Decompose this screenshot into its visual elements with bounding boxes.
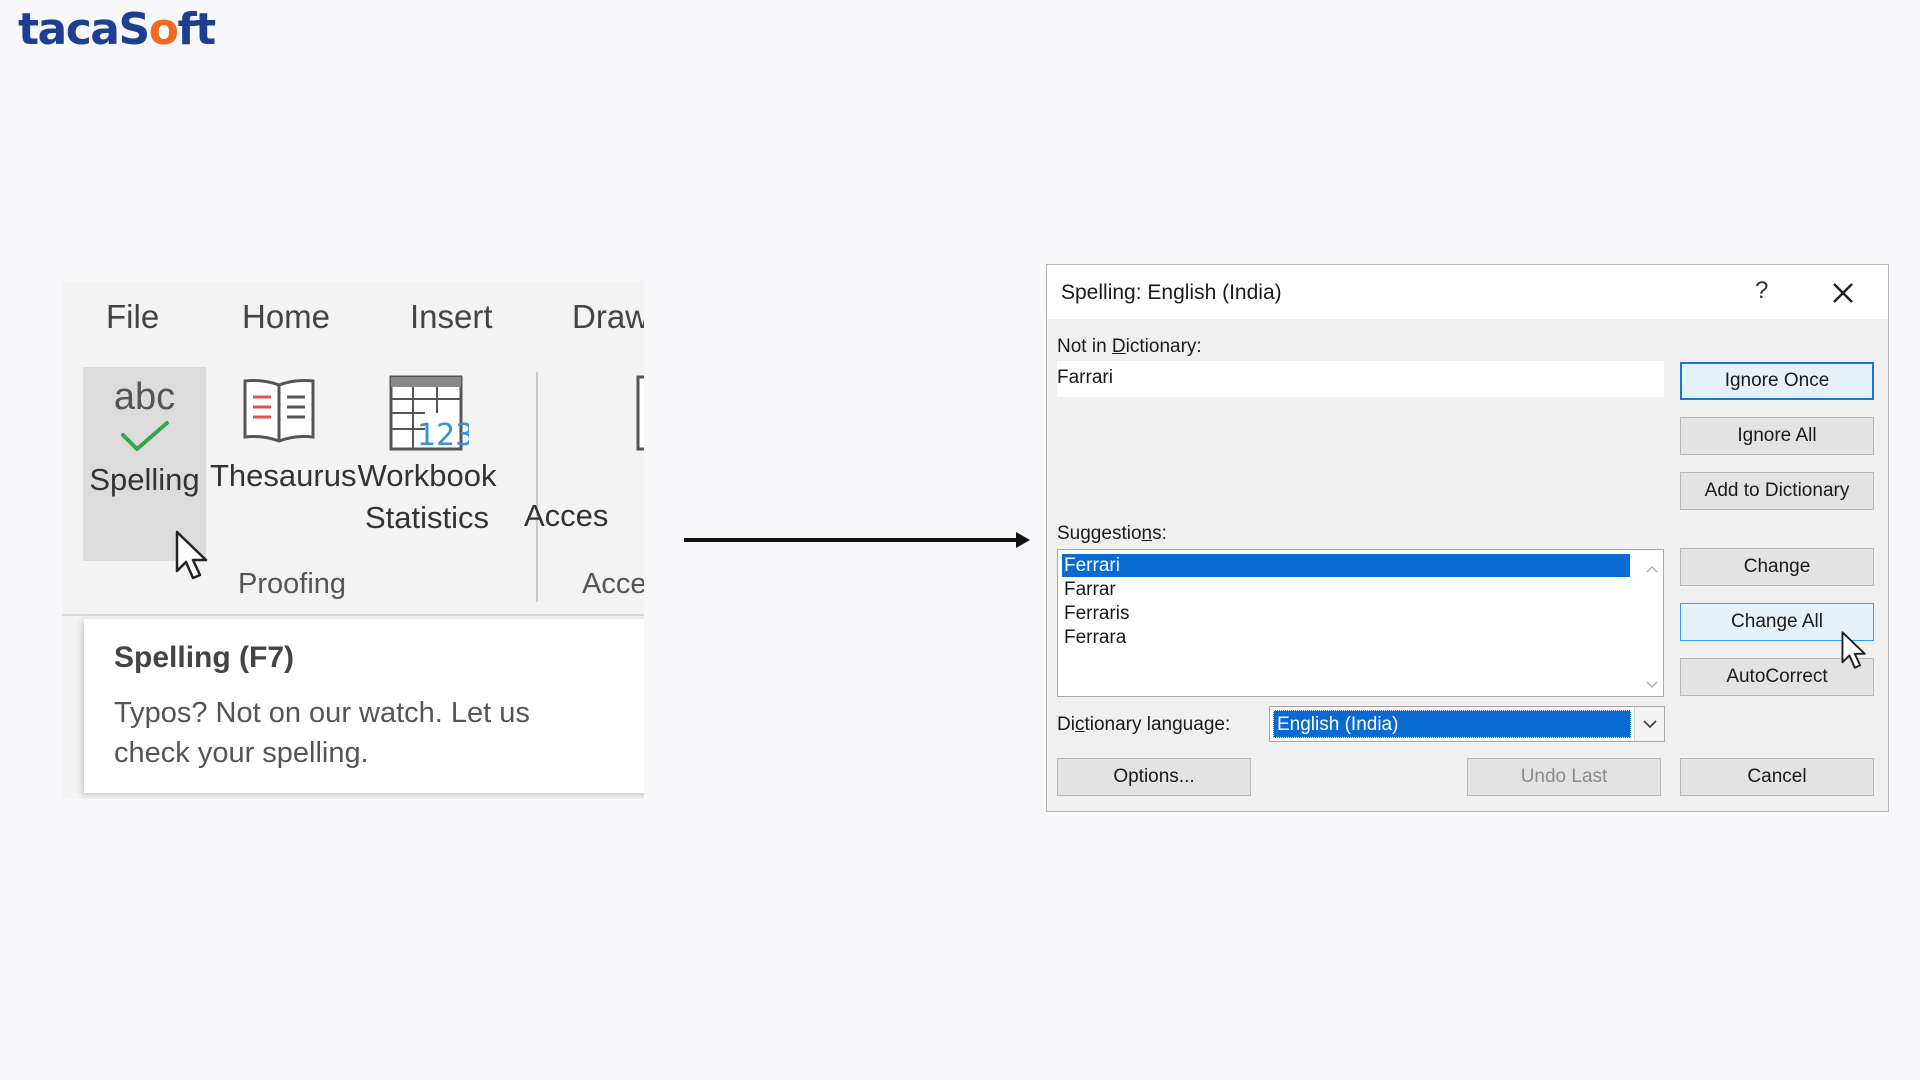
not-in-dictionary-label-accel: D — [1111, 336, 1126, 357]
thesaurus-button[interactable]: Thesaurus — [210, 373, 357, 497]
thesaurus-label: Thesaurus — [210, 458, 357, 493]
suggestion-item[interactable]: Ferraris — [1062, 602, 1630, 625]
logo-text-2: S — [118, 4, 151, 55]
help-button[interactable]: ? — [1755, 277, 1768, 305]
suggestions-label-post: s: — [1152, 523, 1167, 544]
logo-text-3: o — [148, 4, 179, 55]
suggestions-label-pre: Suggestio — [1057, 523, 1142, 544]
dictionary-language-value: English (India) — [1273, 710, 1631, 738]
group-label-accessibility: Acce — [582, 568, 644, 600]
chevron-down-icon[interactable] — [1634, 707, 1664, 741]
scroll-down-icon[interactable] — [1646, 677, 1658, 689]
scroll-up-icon[interactable] — [1646, 561, 1658, 573]
change-label: Change — [1743, 556, 1811, 577]
add-to-dictionary-label: Add to Dictionary — [1704, 480, 1850, 501]
dictionary-language-label-pre: Di — [1057, 714, 1075, 735]
add-to-dictionary-button[interactable]: Add to Dictionary — [1680, 472, 1874, 510]
not-in-dictionary-label-post: ictionary: — [1125, 336, 1202, 357]
accessibility-icon — [562, 373, 644, 453]
undo-last-button[interactable]: Undo Last — [1467, 758, 1661, 796]
cancel-button[interactable]: Cancel — [1680, 758, 1874, 796]
misspelled-word: Farrari — [1057, 367, 1113, 388]
cancel-label: Cancel — [1747, 766, 1807, 787]
options-label-accel: Options... — [1113, 766, 1195, 787]
suggestion-item[interactable]: Farrar — [1062, 578, 1630, 601]
ignore-once-button[interactable]: Ignore Once — [1680, 362, 1874, 400]
ribbon-divider — [62, 614, 644, 616]
access-label-1: C — [562, 453, 644, 495]
tab-insert[interactable]: Insert — [410, 298, 493, 336]
change-button[interactable]: Change — [1680, 548, 1874, 586]
group-separator — [536, 372, 538, 602]
mouse-pointer-icon — [1840, 630, 1868, 675]
workbook-icon-number: 123 — [417, 418, 469, 453]
suggestion-item[interactable]: Ferrari — [1062, 554, 1630, 577]
workbook-label-2: Statistics — [364, 500, 490, 535]
book-icon — [210, 373, 348, 447]
flow-arrow-icon — [684, 530, 1030, 555]
change-all-label: Change All — [1731, 611, 1823, 632]
logo-text-1: taca — [18, 4, 120, 55]
suggestions-label-accel: n — [1141, 523, 1153, 544]
logo-text-4: ft — [177, 4, 216, 55]
undo-last-label: Undo Last — [1520, 766, 1608, 787]
mouse-pointer-icon — [174, 529, 210, 586]
not-in-dictionary-label: Not in Dictionary: — [1057, 336, 1202, 358]
spelling-label: Spelling — [89, 462, 200, 497]
tooltip-title: Spelling (F7) — [114, 641, 294, 674]
dialog-titlebar: Spelling: English (India) ? — [1047, 265, 1888, 319]
suggestions-label: Suggestions: — [1057, 523, 1167, 545]
ignore-once-label: Ignore Once — [1724, 370, 1830, 391]
not-in-dictionary-field[interactable]: Farrari — [1057, 361, 1664, 397]
dialog-title: Spelling: English (India) — [1061, 281, 1282, 304]
dictionary-language-label-post: tionary language: — [1084, 714, 1231, 735]
close-icon[interactable] — [1829, 279, 1857, 307]
access-label-2: Acces — [524, 498, 609, 533]
tab-home[interactable]: Home — [242, 298, 330, 336]
options-button[interactable]: Options... — [1057, 758, 1251, 796]
workbook-label-1: Workbook — [357, 458, 497, 493]
not-in-dictionary-label-pre: Not in — [1057, 336, 1112, 357]
suggestion-item[interactable]: Ferrara — [1062, 626, 1630, 649]
group-label-proofing: Proofing — [238, 568, 347, 600]
table-stats-icon: 123 — [352, 373, 502, 453]
dictionary-language-label: Dictionary language: — [1057, 714, 1230, 736]
tacasoft-logo: tacaSoft — [18, 2, 216, 58]
tab-draw[interactable]: Draw — [572, 298, 644, 336]
suggestions-scrollbar[interactable] — [1641, 550, 1663, 696]
spelling-tooltip: Spelling (F7) Typos? Not on our watch. L… — [84, 619, 644, 793]
check-accessibility-button[interactable]: C Acces — [524, 373, 644, 537]
ignore-all-label: Ignore All — [1737, 425, 1817, 446]
tooltip-body: Typos? Not on our watch. Let us check yo… — [114, 697, 530, 769]
ribbon-tab-bar: File Home Insert Draw — [62, 281, 644, 361]
suggestions-list[interactable]: Ferrari Farrar Ferraris Ferrara — [1057, 549, 1664, 697]
workbook-statistics-button[interactable]: 123 Workbook Statistics — [352, 373, 502, 539]
excel-ribbon-crop: File Home Insert Draw abc Spelling Thesa… — [62, 281, 644, 799]
dictionary-language-select[interactable]: English (India) — [1269, 706, 1665, 742]
abc-icon-text: abc — [113, 376, 176, 418]
spelling-dialog: Spelling: English (India) ? Not in Dicti… — [1046, 264, 1889, 812]
autocorrect-label: AutoCorrect — [1726, 666, 1828, 687]
ignore-all-button[interactable]: Ignore All — [1680, 417, 1874, 455]
tab-file[interactable]: File — [106, 298, 159, 336]
checkmark-icon — [83, 417, 206, 455]
